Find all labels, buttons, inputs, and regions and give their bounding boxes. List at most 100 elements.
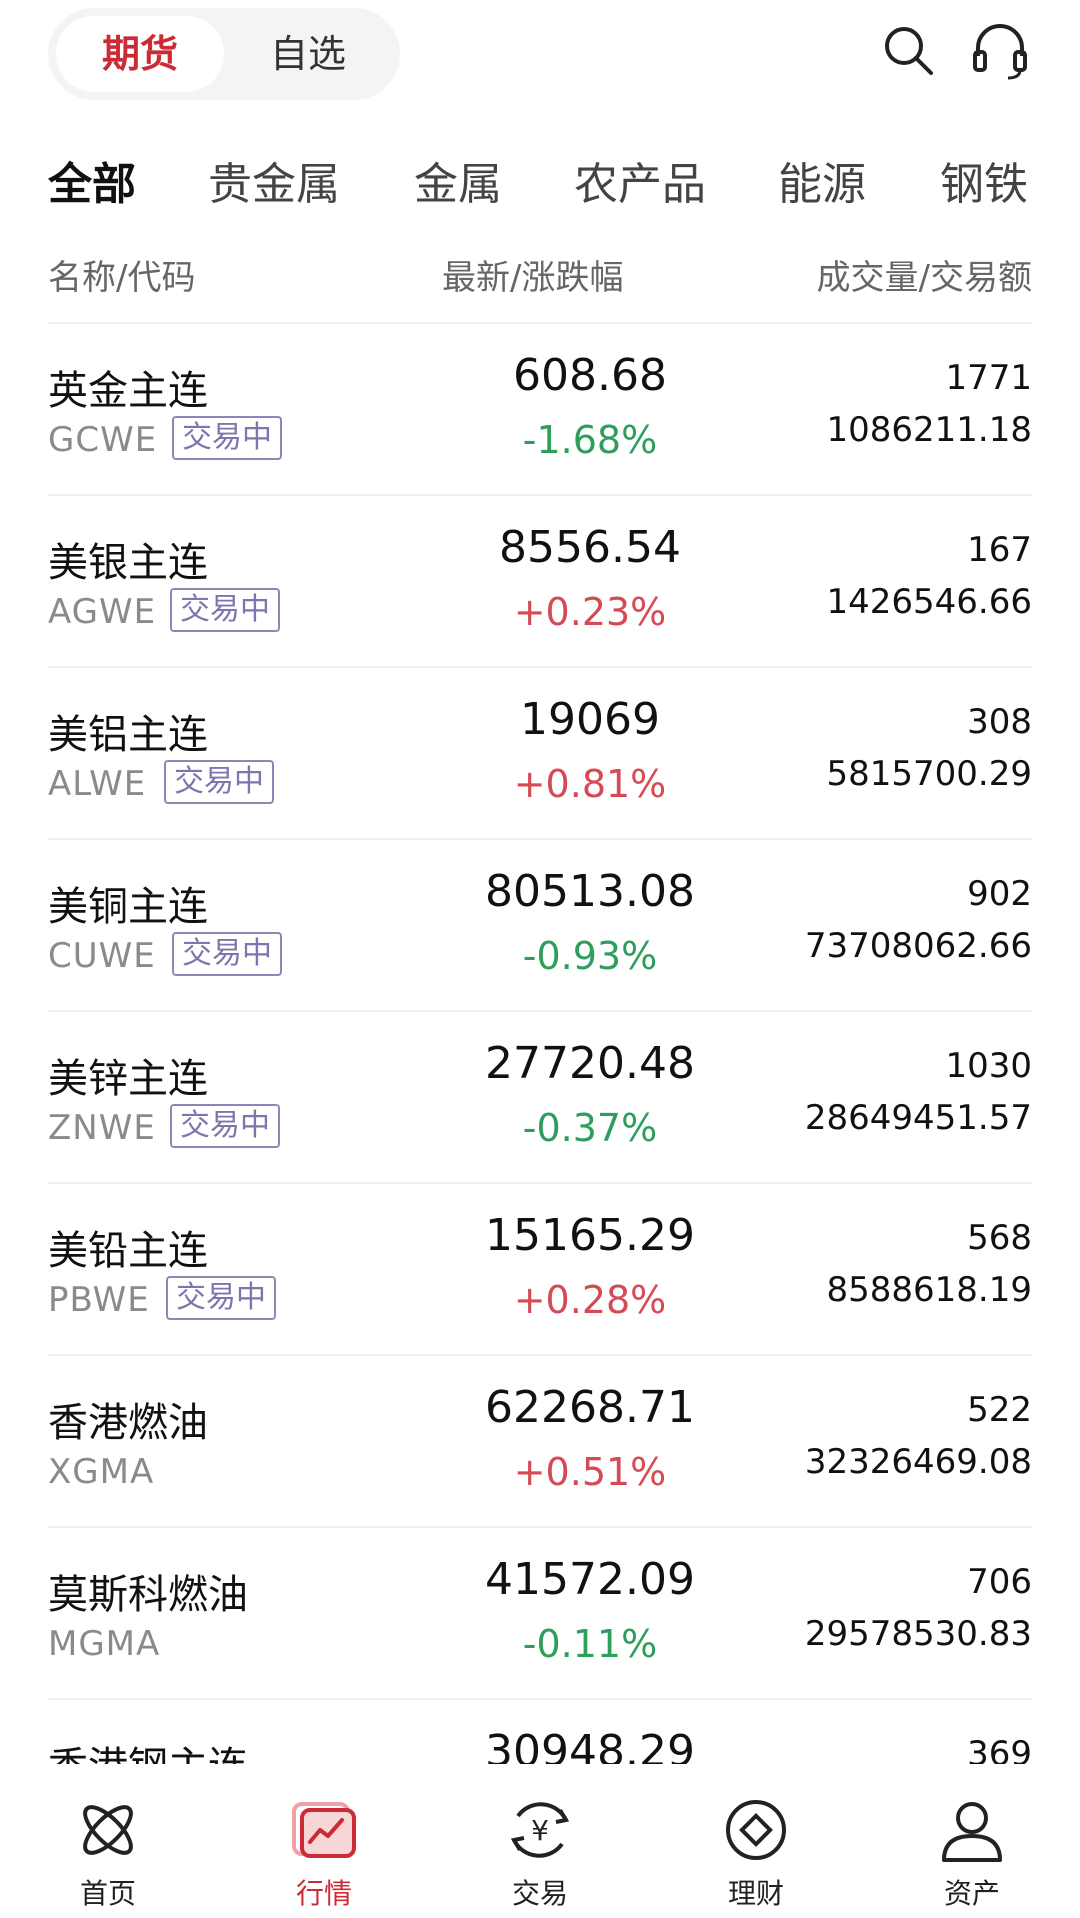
quote-price: 41572.09 xyxy=(485,1554,695,1605)
quote-code: MGMA xyxy=(48,1624,161,1664)
quote-code: AGWE xyxy=(48,592,157,632)
quote-change: +0.23% xyxy=(513,590,667,634)
quote-change: +0.81% xyxy=(513,762,667,806)
nav-finance-label: 理财 xyxy=(727,1877,784,1910)
nav-market-label: 行情 xyxy=(295,1877,352,1910)
quote-change: -1.68% xyxy=(522,418,658,462)
quote-price: 19069 xyxy=(520,694,660,745)
quote-row-partial[interactable]: 香港钢主连 30948.29 369 xyxy=(48,1700,1032,1764)
tab-precious-metals[interactable]: 贵金属 xyxy=(208,148,340,212)
quote-price: 8556.54 xyxy=(499,522,681,573)
quote-row[interactable]: 英金主连 GCWE 交易中 608.68 -1.68% 1771 1086211… xyxy=(48,324,1032,496)
quote-volume: 1030 xyxy=(945,1046,1032,1086)
quote-name: 美铜主连 xyxy=(48,884,208,930)
quote-change: +0.28% xyxy=(513,1278,667,1322)
quote-amount: 28649451.57 xyxy=(804,1098,1032,1138)
quote-amount: 29578530.83 xyxy=(804,1614,1032,1654)
quote-amount: 1426546.66 xyxy=(826,582,1033,622)
nav-finance[interactable]: 理财 xyxy=(648,1764,864,1918)
quote-price: 80513.08 xyxy=(485,866,695,917)
quote-change: -0.11% xyxy=(522,1622,658,1666)
quote-name: 英金主连 xyxy=(48,368,208,414)
quote-price: 608.68 xyxy=(513,350,667,401)
top-bar: 期货 自选 xyxy=(0,0,1080,110)
market-chart-icon xyxy=(292,1802,356,1858)
market-segment-control: 期货 自选 xyxy=(48,8,400,100)
quote-code: ALWE xyxy=(48,764,147,804)
segment-watchlist-tab[interactable]: 自选 xyxy=(224,16,392,92)
quote-name: 香港燃油 xyxy=(48,1400,208,1446)
home-atom-icon xyxy=(83,1805,133,1855)
nav-market[interactable]: 行情 xyxy=(216,1764,432,1918)
quote-amount: 73708062.66 xyxy=(804,926,1032,966)
quote-volume: 369 xyxy=(967,1734,1032,1764)
nav-assets[interactable]: 资产 xyxy=(864,1764,1080,1918)
quote-price: 62268.71 xyxy=(485,1382,695,1433)
quote-change: -0.93% xyxy=(522,934,658,978)
quote-price: 27720.48 xyxy=(485,1038,695,1089)
quote-amount: 8588618.19 xyxy=(826,1270,1033,1310)
quote-volume: 308 xyxy=(967,702,1032,742)
trading-status-badge: 交易中 xyxy=(170,588,280,632)
quote-name: 美铝主连 xyxy=(48,712,208,758)
nav-assets-label: 资产 xyxy=(943,1877,1000,1910)
trading-status-badge: 交易中 xyxy=(166,1276,276,1320)
column-volume-amount[interactable]: 成交量/交易额 xyxy=(817,250,1032,299)
category-tabs: 全部 贵金属 金属 农产品 能源 钢铁 xyxy=(48,148,1032,218)
yen-trade-icon: ¥ xyxy=(510,1802,570,1858)
tab-metals[interactable]: 金属 xyxy=(414,148,502,212)
quote-name: 美锌主连 xyxy=(48,1056,208,1102)
nav-home[interactable]: 首页 xyxy=(0,1764,216,1918)
trading-status-badge: 交易中 xyxy=(170,1104,280,1148)
trading-status-badge: 交易中 xyxy=(172,932,282,976)
quote-volume: 902 xyxy=(967,874,1032,914)
trading-status-badge: 交易中 xyxy=(172,416,282,460)
nav-trade-label: 交易 xyxy=(511,1877,568,1910)
quote-row[interactable]: 美铅主连 PBWE 交易中 15165.29 +0.28% 568 858861… xyxy=(48,1184,1032,1356)
column-name-code: 名称/代码 xyxy=(48,258,196,298)
quote-volume: 167 xyxy=(967,530,1032,570)
quote-name: 香港钢主连 xyxy=(48,1734,248,1764)
trading-status-badge: 交易中 xyxy=(164,760,274,804)
quote-amount: 32326469.08 xyxy=(804,1442,1032,1482)
quote-change: +0.51% xyxy=(513,1450,667,1494)
quote-code: GCWE xyxy=(48,420,158,460)
quote-name: 美铅主连 xyxy=(48,1228,208,1274)
headset-icon[interactable] xyxy=(968,18,1032,82)
quote-row[interactable]: 美银主连 AGWE 交易中 8556.54 +0.23% 167 1426546… xyxy=(48,496,1032,668)
quote-change: -0.37% xyxy=(522,1106,658,1150)
tab-energy[interactable]: 能源 xyxy=(778,148,866,212)
nav-trade[interactable]: ¥ 交易 xyxy=(432,1764,648,1918)
quote-price: 15165.29 xyxy=(485,1210,695,1261)
quote-row[interactable]: 香港燃油 XGMA 62268.71 +0.51% 522 32326469.0… xyxy=(48,1356,1032,1528)
segment-futures-tab[interactable]: 期货 xyxy=(56,16,224,92)
quote-list[interactable]: 英金主连 GCWE 交易中 608.68 -1.68% 1771 1086211… xyxy=(0,324,1080,1764)
tab-agriculture[interactable]: 农产品 xyxy=(574,148,706,212)
bottom-navigation: 首页 行情 ¥ 交易 理财 资产 xyxy=(0,1764,1080,1918)
quote-row[interactable]: 美铝主连 ALWE 交易中 19069 +0.81% 308 5815700.2… xyxy=(48,668,1032,840)
quote-code: ZNWE xyxy=(48,1108,156,1148)
search-icon[interactable] xyxy=(876,18,940,82)
nav-home-label: 首页 xyxy=(79,1877,136,1910)
quote-name: 美银主连 xyxy=(48,540,208,586)
quote-price: 30948.29 xyxy=(485,1726,695,1764)
quote-amount: 5815700.29 xyxy=(826,754,1033,794)
tab-all[interactable]: 全部 xyxy=(48,148,136,212)
finance-coin-icon xyxy=(726,1800,786,1860)
quote-row[interactable]: 美锌主连 ZNWE 交易中 27720.48 -0.37% 1030 28649… xyxy=(48,1012,1032,1184)
user-asset-icon xyxy=(942,1802,1002,1862)
quote-volume: 522 xyxy=(967,1390,1032,1430)
quote-name: 莫斯科燃油 xyxy=(48,1572,248,1618)
tab-steel[interactable]: 钢铁 xyxy=(940,148,1028,212)
quote-row[interactable]: 莫斯科燃油 MGMA 41572.09 -0.11% 706 29578530.… xyxy=(48,1528,1032,1700)
quote-code: PBWE xyxy=(48,1280,150,1320)
quote-code: XGMA xyxy=(48,1452,155,1492)
quote-amount: 1086211.18 xyxy=(826,410,1033,450)
column-price-change[interactable]: 最新/涨跌幅 xyxy=(442,250,623,299)
quote-row[interactable]: 美铜主连 CUWE 交易中 80513.08 -0.93% 902 737080… xyxy=(48,840,1032,1012)
column-header: 名称/代码 最新/涨跌幅 成交量/交易额 xyxy=(48,250,1032,302)
quote-volume: 706 xyxy=(967,1562,1032,1602)
quote-volume: 1771 xyxy=(945,358,1032,398)
quote-volume: 568 xyxy=(967,1218,1032,1258)
quote-code: CUWE xyxy=(48,936,156,976)
